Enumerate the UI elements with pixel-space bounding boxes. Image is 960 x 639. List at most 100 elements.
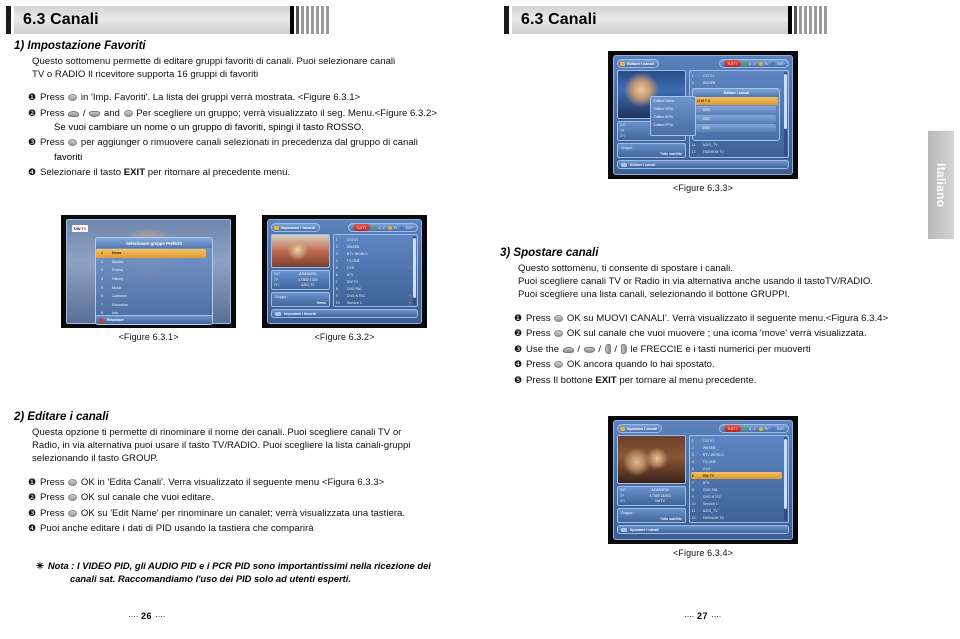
row-label: Drama [112,268,123,273]
osd-title-632: Impostare i favoriti [281,225,315,230]
popup-selected-row[interactable]: D W T V [694,97,779,105]
blue-key-pill[interactable]: EXIT [771,426,784,431]
red-key-chip[interactable]: TUTTI [723,60,741,67]
popup-value-row[interactable]: 1000 [696,124,777,132]
green-key-pill[interactable]: A - Z [372,225,385,230]
list-item[interactable]: 3 Drama [96,266,210,275]
scrollbar[interactable] [413,236,416,305]
scrollbar[interactable] [784,72,787,156]
table-row[interactable]: 6 DW TV [690,472,782,479]
footer-dots-right: ···· [684,611,695,621]
note-line2: canali sat. Raccomandiamo l'uso dei PID … [70,573,351,585]
channel-list-634[interactable]: 1 CSTV1 2 WASEB 3 BTV WORLD 4 TV-ONE 5 CVS 6 D… [688,435,789,523]
blue-key-pill[interactable]: EXIT [400,225,413,230]
table-row[interactable]: 12 FASHION TV [691,514,788,521]
green-key-pill[interactable]: A - Z [743,426,756,431]
step-item: ❸ Press per aggiunger o rimuovere canali… [28,135,464,151]
table-row[interactable]: 2 WASEB [691,79,788,86]
video-preview-634 [617,435,686,484]
osd-title-634: Spostare i canali [627,426,658,431]
table-row[interactable]: 9 CNG NTSC ♥ [335,292,417,299]
osd-left-634: SAT TP CH ASIASAT3S 3.7363/ 18.903 Dst T… [617,435,686,523]
popup-field-row[interactable]: Editare Nome [651,97,695,105]
figure-caption-633: <Figure 6.3.3> [673,183,733,193]
table-row[interactable]: 9 CNG NTSC [691,493,788,500]
red-key-chip[interactable]: TUTTI [723,425,741,432]
osd-spostare-canali: Spostare i canali TUTTI A - Z TV EXIT SA… [613,420,793,540]
table-row[interactable]: 11AZIO_TV [691,141,788,148]
scrollbar[interactable] [784,437,787,521]
table-row[interactable]: 12 FASHION TV [691,148,788,155]
group-box-634[interactable]: Gruppo : Tutto satellite [617,508,686,523]
favourite-group-panel[interactable]: Selezionare gruppo Preferiti 1 News 2 Mo… [95,237,213,325]
channel-number: 4 [335,258,338,263]
yellow-key-pill[interactable]: TV [758,61,768,66]
table-row[interactable]: 8 CNG PAL [335,285,417,292]
section-title-favoriti: 1) Impostazione Favoriti [14,40,146,52]
edit-fields-popup[interactable]: Editare Nome Editare VPID Editare APID E… [649,96,696,136]
list-item[interactable]: 1 News [96,249,206,258]
sat-info-labels: SAT TP CH [618,487,635,505]
table-row[interactable]: 3 BTV WORLD [691,451,788,458]
green-key-pill[interactable]: A - Z [743,61,756,66]
sat-info-labels: SAT TP CH [618,122,635,140]
table-row[interactable]: 10 Service 1 [691,500,788,507]
table-row[interactable]: 5 CVS [691,465,788,472]
table-row[interactable]: 2 WASEB [691,444,788,451]
list-item[interactable]: 4 History [96,275,210,284]
channel-list-632[interactable]: 1 CSTV1 2 WASEB ♥ 3 BTV WORLD 4 TV-ONE ♥ 5 CVS ♥… [332,234,418,307]
step-pre: Press [40,137,65,149]
list-item[interactable]: 6 Cartoons [96,292,210,301]
favourite-panel-footer[interactable]: Rinomare [96,315,212,324]
popup-field-row[interactable]: Editare APID [651,113,695,121]
table-row[interactable]: 10 Service 1 ♥ [335,299,417,306]
osd-editare-canali: Editare i canali TUTTI A - Z TV EXIT SAT… [613,55,793,175]
menu-icon [275,311,281,316]
table-row[interactable]: 7 DW TV [335,278,417,285]
table-row[interactable]: 1 CSTV1 [335,236,417,243]
popup-field-row[interactable]: Editare VPID [651,105,695,113]
table-row[interactable]: 1 CSTV1 [691,72,788,79]
popup-field-row[interactable]: Editare PPID [651,121,695,129]
step-post: in 'Imp. Favoriti'. La lista dei gruppi … [80,92,361,104]
menu-icon [621,162,627,167]
favourite-group-list[interactable]: 1 News 2 Movies 3 Drama 4 History 5 Musi… [96,248,212,318]
red-button-icon [99,317,104,323]
osd-impostare-favoriti: Impostare i favoriti TUTTI A - Z TV EXIT [267,219,422,324]
ch-value: AZIO_TV [301,283,315,287]
popup-value-row[interactable]: 1001 [696,115,777,123]
table-row[interactable]: 1 CSTV1 [691,437,788,444]
list-item[interactable]: 5 Music [96,283,210,292]
step-post: le FRECCIE e i tasti numerici per muover… [630,343,811,355]
row-label: Movies [112,259,124,264]
yellow-key-pill[interactable]: TV [387,225,397,230]
table-row[interactable]: 2 WASEB ♥ [335,243,417,250]
red-key-chip[interactable]: TUTTI [352,224,370,231]
table-row[interactable]: 6 ATV [335,271,417,278]
row-label: Education [112,302,128,307]
table-row[interactable]: 4 TV-ONE ♥ [335,257,417,264]
list-item[interactable]: 2 Movies [96,258,210,267]
table-row[interactable]: 11AZIO_TV [335,306,411,307]
table-row[interactable]: 8 CNG PAL [691,486,788,493]
step-pre: Press [40,476,65,488]
channel-number: 10 [335,300,340,305]
step-post: OK sul canale che vuoi editare. [80,492,214,504]
yellow-key-pill[interactable]: TV [758,426,768,431]
blue-key-pill[interactable]: EXIT [771,61,784,66]
step-post: OK su MUOVI CANALI'. Verrà visualizzato … [566,312,889,324]
table-row[interactable]: 11AZIO_TV [691,507,788,514]
list-item[interactable]: 7 Education [96,301,210,310]
popup-value-row[interactable]: 1000 [696,106,777,114]
table-row[interactable]: 7 ATV [691,479,788,486]
table-row[interactable]: 4 TV-ONE [691,458,788,465]
group-box-633[interactable]: Gruppo : Tutto satellite [617,143,686,158]
edit-channel-popup[interactable]: Editare i canali D W T V 1000 1001 1000 [692,88,781,141]
spostare-para-line2: Puoi scegliere canali TV or Radio in via… [518,276,873,288]
table-row[interactable]: 3 BTV WORLD [335,250,417,257]
channel-number: 12 [691,515,696,520]
table-row[interactable]: 5 CVS ♥ [335,264,417,271]
exit-key-label: EXIT [595,374,617,386]
group-box-632[interactable]: Gruppo : News [271,292,330,307]
popup-selected-channel: D W T V [697,99,711,103]
